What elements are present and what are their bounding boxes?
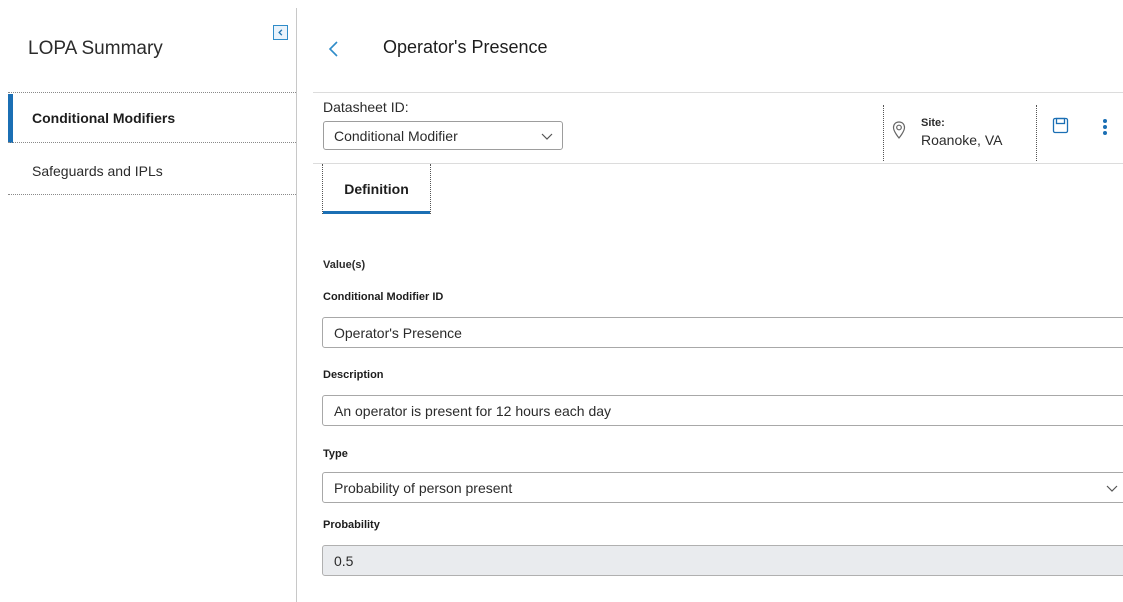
field-value: 0.5	[334, 552, 354, 569]
field-value: Operator's Presence	[334, 324, 462, 341]
chevron-down-icon	[1106, 485, 1118, 492]
description-field[interactable]: An operator is present for 12 hours each…	[322, 395, 1123, 426]
type-label: Type	[323, 448, 348, 460]
chevron-left-icon[interactable]	[324, 37, 344, 61]
probability-field: 0.5	[322, 545, 1123, 576]
site-label: Site:	[921, 117, 945, 129]
tab-definition[interactable]: Definition	[322, 164, 431, 214]
divider	[313, 92, 1123, 93]
page-title: Operator's Presence	[383, 37, 548, 57]
datasheet-id-label: Datasheet ID:	[323, 99, 409, 115]
section-label: Value(s)	[323, 259, 366, 271]
chevron-down-icon	[541, 133, 553, 140]
type-select[interactable]: Probability of person present	[322, 472, 1123, 503]
divider	[883, 105, 884, 161]
location-pin-icon	[892, 121, 906, 139]
field-value: Probability of person present	[334, 479, 513, 496]
datasheet-id-value: Conditional Modifier	[334, 127, 458, 144]
sidebar-item-conditional-modifiers[interactable]: Conditional Modifiers	[8, 92, 296, 143]
description-label: Description	[323, 369, 384, 381]
divider	[313, 163, 1123, 164]
sidebar-item-label: Conditional Modifiers	[32, 109, 176, 126]
conditional-modifier-id-field[interactable]: Operator's Presence	[322, 317, 1123, 348]
sidebar-item-label: Safeguards and IPLs	[32, 162, 163, 179]
datasheet-id-select[interactable]: Conditional Modifier	[323, 121, 563, 150]
probability-label: Probability	[323, 519, 380, 531]
more-vertical-icon[interactable]	[1100, 117, 1110, 139]
site-value: Roanoke, VA	[921, 132, 1003, 148]
divider	[1036, 105, 1037, 161]
sidebar-item-safeguards-and-ipls[interactable]: Safeguards and IPLs	[8, 146, 296, 195]
field-value: An operator is present for 12 hours each…	[334, 402, 612, 419]
sidebar-title: LOPA Summary	[28, 38, 163, 59]
sidebar: LOPA Summary Conditional Modifiers Safeg…	[0, 0, 296, 602]
collapse-panel-icon[interactable]	[273, 25, 288, 40]
save-icon[interactable]	[1052, 117, 1069, 134]
sidebar-divider	[296, 8, 297, 602]
tab-label: Definition	[344, 181, 409, 197]
conditional-modifier-id-label: Conditional Modifier ID	[323, 291, 444, 303]
